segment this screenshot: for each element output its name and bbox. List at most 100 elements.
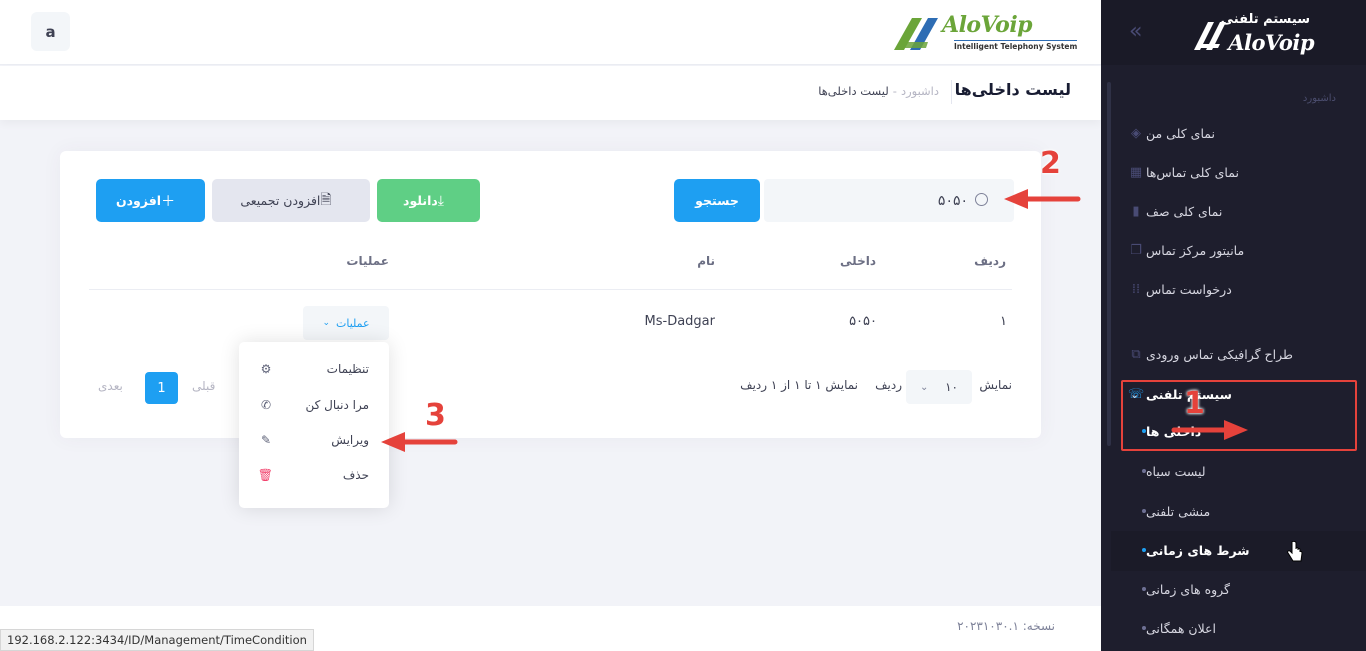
- sidebar-subitem-label: منشی تلفنی: [1146, 503, 1211, 519]
- menu-edit-label: ویرایش: [331, 433, 369, 447]
- sidebar-item-ivr-designer[interactable]: ⧉ طراح گرافیکی تماس ورودی: [1114, 339, 1344, 369]
- menu-follow-me-label: مرا دنبال کن: [305, 398, 369, 412]
- sidebar-subitem-label: اعلان همگانی: [1146, 620, 1216, 636]
- annotation-number-1: 1: [1184, 386, 1205, 421]
- download-icon: ⤓: [437, 192, 444, 209]
- row-actions-label: عملیات: [335, 316, 370, 330]
- menu-item-edit[interactable]: ویرایش ✎: [239, 423, 389, 457]
- cell-name: Ms-Dadgar: [644, 314, 715, 329]
- sidebar-item-label: نمای کلی صف: [1146, 203, 1223, 219]
- sidebar-item-queue-overview[interactable]: ▮ نمای کلی صف: [1114, 196, 1344, 226]
- rows-per-page-value: ۱۰: [945, 380, 958, 394]
- monitor-icon: ❐: [1130, 242, 1142, 258]
- search-button[interactable]: جستجو: [674, 179, 760, 222]
- calls-icon: ▦: [1129, 164, 1143, 180]
- header-actions: عملیات: [346, 254, 389, 268]
- breadcrumb: داشبورد-لیست داخلی‌ها: [818, 84, 939, 98]
- chevron-down-icon: ⌄: [322, 318, 330, 328]
- sidebar-subitem-label: لیست سیاه: [1146, 463, 1206, 479]
- menu-item-delete[interactable]: حذف 🗑: [239, 458, 389, 492]
- breadcrumb-current: لیست داخلی‌ها: [818, 84, 889, 98]
- version-text: نسخه: ۲۰۲۳۱۰۳۰.۱: [957, 619, 1055, 633]
- annotation-number-2: 2: [1040, 146, 1061, 181]
- title-divider: [951, 80, 952, 104]
- search-input[interactable]: [778, 179, 968, 222]
- sidebar-subitem-label: شرط های زمانی: [1146, 542, 1250, 558]
- header-index: ردیف: [974, 254, 1006, 268]
- pagination-summary: نمایش ۱ تا ۱ از ۱ ردیف: [740, 378, 858, 392]
- sidebar-subitem-broadcast[interactable]: اعلان همگانی: [1116, 613, 1336, 643]
- edit-icon: ✎: [260, 433, 272, 447]
- collapse-sidebar-icon[interactable]: «: [1129, 20, 1142, 44]
- breadcrumb-home[interactable]: داشبورد: [901, 84, 939, 98]
- bullet-icon: [1142, 509, 1146, 513]
- actions-dropdown: تنظیمات ⚙ مرا دنبال کن ✆ ویرایش ✎ حذف 🗑: [239, 342, 389, 508]
- menu-item-follow-me[interactable]: مرا دنبال کن ✆: [239, 388, 389, 422]
- bullet-icon: [1142, 548, 1146, 552]
- file-upload-icon: 🗎: [320, 191, 332, 208]
- annotation-number-3: 3: [425, 398, 446, 433]
- bullet-icon: [1142, 587, 1146, 591]
- brand-name: AloVoip: [942, 12, 1033, 38]
- bullet-icon: [1142, 626, 1146, 630]
- sidebar-item-label: درخواست تماس: [1146, 281, 1232, 297]
- logo-mark-icon: [894, 18, 938, 50]
- annotation-arrow-1: [1171, 420, 1248, 440]
- sidebar-item-call-request[interactable]: ⁞⁞ درخواست تماس: [1114, 274, 1344, 304]
- breadcrumb-separator: -: [892, 84, 897, 98]
- sidebar-subitem-time-conditions[interactable]: شرط های زمانی: [1116, 535, 1336, 565]
- add-button[interactable]: ＋ افزودن: [96, 179, 205, 222]
- sidebar: « سیستم تلفنی AloVoip داشبورد ◈ نمای کلی…: [1101, 0, 1366, 651]
- sidebar-scrollbar[interactable]: [1107, 82, 1111, 446]
- page-title: لیست داخلی‌ها: [954, 80, 1071, 99]
- next-page-link[interactable]: بعدی: [98, 379, 123, 393]
- row-actions-button[interactable]: عملیات ⌄: [303, 306, 389, 340]
- top-header: a AloVoip Intelligent Telephony System: [0, 0, 1101, 65]
- sidebar-item-label: طراح گرافیکی تماس ورودی: [1146, 346, 1293, 362]
- sidebar-subitem-time-groups[interactable]: گروه های زمانی: [1116, 574, 1336, 604]
- header-extension: داخلی: [840, 254, 876, 268]
- status-bar-url: 192.168.2.122:3434/ID/Management/TimeCon…: [0, 629, 314, 651]
- bulk-add-button[interactable]: 🗎 افزودن تجمیعی: [212, 179, 370, 222]
- gear-icon: ⚙: [260, 362, 272, 376]
- sidebar-item-my-overview[interactable]: ◈ نمای کلی من: [1114, 118, 1344, 148]
- cell-index: ۱: [1000, 314, 1007, 329]
- menu-settings-label: تنظیمات: [326, 362, 369, 376]
- sidebar-subitem-label: گروه های زمانی: [1146, 581, 1231, 597]
- queue-icon: ▮: [1132, 203, 1140, 219]
- grid-icon: ⁞⁞: [1131, 281, 1141, 297]
- sidebar-item-calls-overview[interactable]: ▦ نمای کلی تماس‌ها: [1114, 157, 1344, 187]
- sidebar-section-label: داشبورد: [1302, 93, 1336, 104]
- sidebar-header: « سیستم تلفنی AloVoip: [1101, 0, 1366, 65]
- annotation-arrow-3: [381, 432, 458, 452]
- sidebar-item-label: نمای کلی من: [1146, 125, 1215, 141]
- designer-icon: ⧉: [1131, 346, 1141, 362]
- cell-extension: ۵۰۵۰: [849, 314, 877, 329]
- prev-page-link[interactable]: قبلی: [192, 379, 215, 393]
- rows-label: ردیف: [875, 378, 902, 392]
- sidebar-logo: سیستم تلفنی AloVoip: [1190, 12, 1340, 55]
- menu-delete-label: حذف: [342, 468, 369, 482]
- bullet-icon: [1142, 469, 1146, 473]
- brand-tagline: Intelligent Telephony System: [954, 40, 1078, 51]
- table-header-divider: [89, 289, 1012, 290]
- sidebar-subitem-auto-attendant[interactable]: منشی تلفنی: [1116, 496, 1336, 526]
- search-box: [764, 179, 1014, 222]
- trash-icon: 🗑: [257, 468, 273, 482]
- sidebar-logo-subtitle: سیستم تلفنی: [1220, 12, 1310, 27]
- user-avatar[interactable]: a: [31, 12, 70, 51]
- download-button[interactable]: ⤓ دانلود: [377, 179, 480, 222]
- dashboard-icon: ◈: [1131, 125, 1141, 141]
- plus-icon: ＋: [161, 193, 176, 210]
- rows-per-page-select[interactable]: ۱۰ ⌄: [906, 370, 972, 404]
- chevron-down-icon: ⌄: [920, 381, 929, 393]
- subheader: لیست داخلی‌ها داشبورد-لیست داخلی‌ها: [0, 66, 1101, 120]
- sidebar-item-call-center-monitor[interactable]: ❐ مانیتور مرکز تماس: [1114, 235, 1344, 265]
- sidebar-item-label: مانیتور مرکز تماس: [1146, 242, 1245, 258]
- bulk-add-label: افزودن تجمیعی: [240, 193, 321, 208]
- page-button-current[interactable]: 1: [145, 372, 178, 404]
- menu-item-settings[interactable]: تنظیمات ⚙: [239, 352, 389, 386]
- brand-logo: AloVoip Intelligent Telephony System: [892, 12, 1078, 54]
- sidebar-subitem-blacklist[interactable]: لیست سیاه: [1116, 456, 1336, 486]
- show-label: نمایش: [979, 378, 1012, 392]
